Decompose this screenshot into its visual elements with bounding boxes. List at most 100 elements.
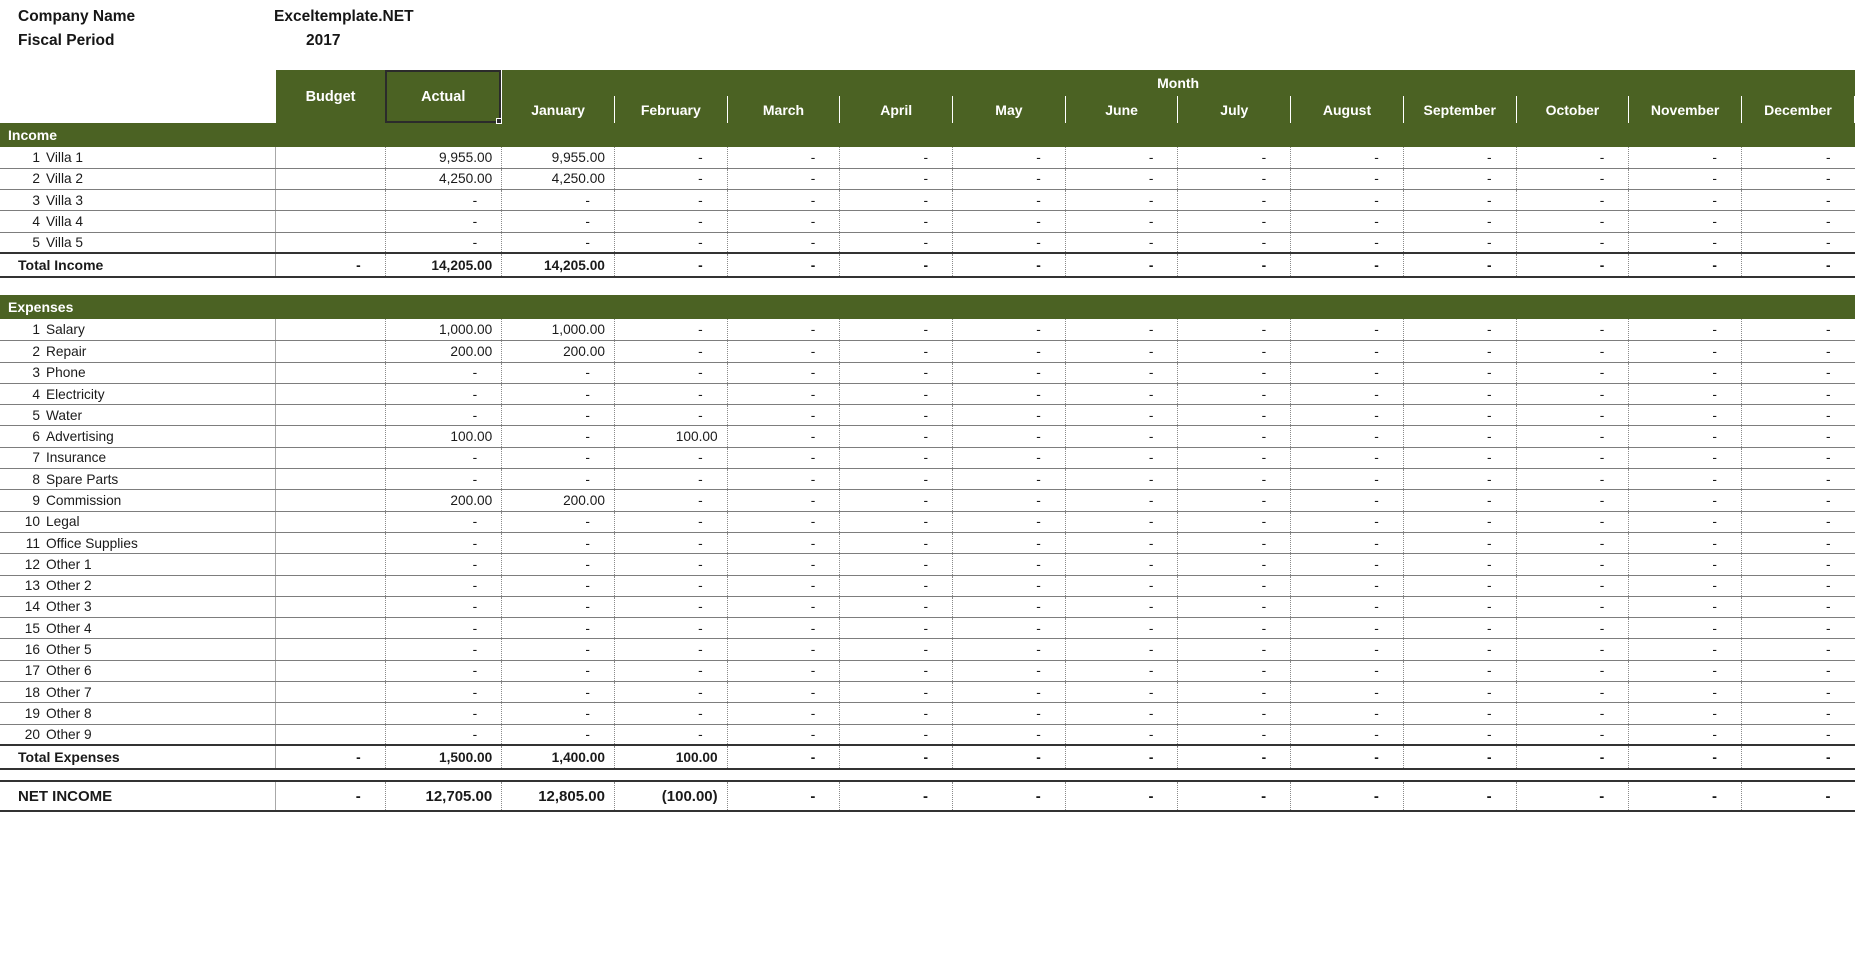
header-month-december[interactable]: December bbox=[1740, 96, 1855, 123]
month-cell-april[interactable]: - bbox=[839, 575, 953, 597]
row-label-cell[interactable]: 10 Legal bbox=[0, 511, 276, 533]
month-cell-november[interactable]: - bbox=[1628, 553, 1742, 576]
month-cell-december[interactable]: - bbox=[1740, 532, 1855, 555]
budget-cell[interactable] bbox=[275, 447, 386, 470]
month-cell-march[interactable]: - bbox=[726, 340, 840, 363]
month-cell-december[interactable]: - bbox=[1740, 553, 1855, 576]
month-cell-january[interactable]: 200.00 bbox=[501, 340, 615, 363]
month-cell-june[interactable]: - bbox=[1064, 532, 1178, 555]
row-label-cell[interactable]: 8 Spare Parts bbox=[0, 468, 276, 491]
month-cell-august[interactable]: - bbox=[1290, 362, 1404, 384]
month-cell-april[interactable]: - bbox=[839, 232, 953, 254]
income-total-june[interactable]: - bbox=[1064, 252, 1178, 279]
month-cell-november[interactable]: - bbox=[1628, 447, 1742, 470]
month-cell-september[interactable]: - bbox=[1402, 511, 1517, 533]
month-cell-december[interactable]: - bbox=[1740, 425, 1855, 448]
month-cell-december[interactable]: - bbox=[1740, 189, 1855, 212]
month-cell-july[interactable]: - bbox=[1177, 489, 1291, 512]
net-income-march[interactable]: - bbox=[726, 780, 840, 813]
month-cell-december[interactable]: - bbox=[1740, 383, 1855, 406]
row-label-cell[interactable]: 1 Salary bbox=[0, 319, 276, 342]
row-label-cell[interactable]: 13 Other 2 bbox=[0, 575, 276, 597]
month-cell-july[interactable]: - bbox=[1177, 553, 1291, 576]
month-cell-december[interactable]: - bbox=[1740, 724, 1855, 746]
month-cell-may[interactable]: - bbox=[952, 362, 1066, 384]
month-cell-december[interactable]: - bbox=[1740, 681, 1855, 704]
month-cell-february[interactable]: - bbox=[613, 383, 728, 406]
month-cell-march[interactable]: - bbox=[726, 232, 840, 254]
month-cell-january[interactable]: - bbox=[501, 553, 615, 576]
month-cell-january[interactable]: - bbox=[501, 617, 615, 640]
month-cell-december[interactable]: - bbox=[1740, 210, 1855, 233]
income-total-july[interactable]: - bbox=[1177, 252, 1291, 279]
budget-cell[interactable] bbox=[275, 511, 386, 533]
budget-cell[interactable] bbox=[275, 362, 386, 384]
net-income-november[interactable]: - bbox=[1628, 780, 1742, 813]
month-cell-november[interactable]: - bbox=[1628, 511, 1742, 533]
month-cell-february[interactable]: - bbox=[613, 660, 728, 683]
month-cell-april[interactable]: - bbox=[839, 596, 953, 619]
month-cell-february[interactable]: - bbox=[613, 447, 728, 470]
month-cell-march[interactable]: - bbox=[726, 362, 840, 384]
net-income-june[interactable]: - bbox=[1064, 780, 1178, 813]
income-total-october[interactable]: - bbox=[1515, 252, 1629, 279]
month-cell-september[interactable]: - bbox=[1402, 362, 1517, 384]
month-cell-march[interactable]: - bbox=[726, 617, 840, 640]
month-cell-september[interactable]: - bbox=[1402, 553, 1517, 576]
month-cell-december[interactable]: - bbox=[1740, 232, 1855, 254]
actual-cell[interactable]: - bbox=[384, 702, 502, 725]
net-income-july[interactable]: - bbox=[1177, 780, 1291, 813]
income-total-budget[interactable]: - bbox=[275, 252, 386, 279]
month-cell-november[interactable]: - bbox=[1628, 168, 1742, 191]
month-cell-july[interactable]: - bbox=[1177, 724, 1291, 746]
month-cell-may[interactable]: - bbox=[952, 168, 1066, 191]
month-cell-december[interactable]: - bbox=[1740, 575, 1855, 597]
month-cell-november[interactable]: - bbox=[1628, 319, 1742, 342]
month-cell-december[interactable]: - bbox=[1740, 340, 1855, 363]
month-cell-september[interactable]: - bbox=[1402, 189, 1517, 212]
month-cell-september[interactable]: - bbox=[1402, 702, 1517, 725]
month-cell-february[interactable]: - bbox=[613, 489, 728, 512]
actual-cell[interactable]: - bbox=[384, 724, 502, 746]
row-label-cell[interactable]: 4 Villa 4 bbox=[0, 210, 276, 233]
month-cell-november[interactable]: - bbox=[1628, 362, 1742, 384]
month-cell-september[interactable]: - bbox=[1402, 319, 1517, 342]
month-cell-february[interactable]: - bbox=[613, 340, 728, 363]
month-cell-may[interactable]: - bbox=[952, 383, 1066, 406]
month-cell-july[interactable]: - bbox=[1177, 189, 1291, 212]
budget-cell[interactable] bbox=[275, 617, 386, 640]
month-cell-june[interactable]: - bbox=[1064, 596, 1178, 619]
month-cell-january[interactable]: - bbox=[501, 660, 615, 683]
month-cell-november[interactable]: - bbox=[1628, 681, 1742, 704]
actual-cell[interactable]: - bbox=[384, 532, 502, 555]
net-income-actual[interactable]: 12,705.00 bbox=[384, 780, 502, 813]
month-cell-august[interactable]: - bbox=[1290, 724, 1404, 746]
month-cell-february[interactable]: - bbox=[613, 724, 728, 746]
budget-cell[interactable] bbox=[275, 147, 386, 169]
budget-cell[interactable] bbox=[275, 724, 386, 746]
month-cell-january[interactable]: - bbox=[501, 383, 615, 406]
budget-cell[interactable] bbox=[275, 232, 386, 254]
month-cell-december[interactable]: - bbox=[1740, 447, 1855, 470]
month-cell-june[interactable]: - bbox=[1064, 404, 1178, 427]
expenses-total-november[interactable]: - bbox=[1628, 744, 1742, 771]
month-cell-august[interactable]: - bbox=[1290, 702, 1404, 725]
actual-cell[interactable]: - bbox=[384, 553, 502, 576]
month-cell-july[interactable]: - bbox=[1177, 319, 1291, 342]
header-month-june[interactable]: June bbox=[1064, 96, 1179, 123]
expenses-total-october[interactable]: - bbox=[1515, 744, 1629, 771]
month-cell-september[interactable]: - bbox=[1402, 638, 1517, 661]
month-cell-january[interactable]: 200.00 bbox=[501, 489, 615, 512]
header-month-july[interactable]: July bbox=[1177, 96, 1292, 123]
header-month-november[interactable]: November bbox=[1628, 96, 1742, 123]
month-cell-october[interactable]: - bbox=[1515, 447, 1629, 470]
month-cell-march[interactable]: - bbox=[726, 681, 840, 704]
month-cell-march[interactable]: - bbox=[726, 210, 840, 233]
month-cell-may[interactable]: - bbox=[952, 596, 1066, 619]
month-cell-february[interactable]: - bbox=[613, 147, 728, 169]
expenses-total-june[interactable]: - bbox=[1064, 744, 1178, 771]
month-cell-january[interactable]: - bbox=[501, 468, 615, 491]
income-total-april[interactable]: - bbox=[839, 252, 953, 279]
month-cell-september[interactable]: - bbox=[1402, 468, 1517, 491]
row-label-cell[interactable]: 5 Water bbox=[0, 404, 276, 427]
